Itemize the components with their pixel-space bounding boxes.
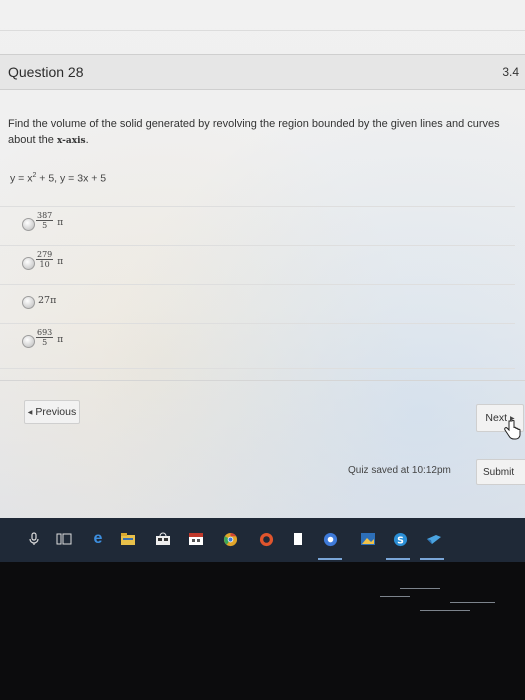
reflection	[380, 596, 410, 597]
reflection	[400, 588, 440, 589]
prompt-end: .	[85, 134, 89, 146]
pi-symbol: π	[57, 334, 64, 345]
chrome-profile-icon[interactable]	[322, 531, 338, 547]
windows-taskbar: e S	[0, 518, 525, 563]
task-view-icon[interactable]	[56, 531, 72, 547]
active-app-indicator	[420, 558, 444, 560]
quiz-status-bar: Quiz saved at 10:12pm Submit	[0, 452, 525, 492]
mail-icon[interactable]	[426, 531, 442, 547]
answer-fraction: 279 10 π	[36, 250, 63, 269]
equation-prefix: y = x	[10, 172, 33, 185]
svg-text:S: S	[397, 535, 404, 546]
radio-button[interactable]	[22, 296, 35, 309]
chevron-left-icon: ◀	[27, 409, 33, 416]
question-header: Question 28 3.4	[0, 54, 525, 90]
numerator: 279	[36, 250, 54, 260]
answer-fraction: 693 5 π	[36, 328, 63, 347]
answer-option-2[interactable]: 279 10 π	[0, 245, 515, 284]
question-prompt: Find the volume of the solid generated b…	[8, 116, 513, 149]
file-explorer-icon[interactable]	[120, 531, 136, 547]
radio-button[interactable]	[22, 335, 35, 348]
denominator: 10	[39, 260, 50, 269]
notes-icon[interactable]	[290, 531, 306, 547]
active-app-indicator	[386, 558, 410, 560]
calendar-icon[interactable]	[188, 531, 204, 547]
question-title: Question 28	[8, 64, 84, 80]
radio-button[interactable]	[22, 257, 35, 270]
store-icon[interactable]	[155, 531, 171, 547]
pi-symbol: π	[57, 256, 64, 267]
axis-label: x-axis	[56, 136, 86, 146]
pi-symbol: π	[57, 217, 64, 228]
nav-divider	[0, 380, 525, 381]
submit-button[interactable]: Submit	[476, 459, 525, 485]
answer-option-3[interactable]: 27π	[0, 284, 515, 323]
quiz-screen: Question 28 3.4 Find the volume of the s…	[0, 0, 525, 518]
microphone-icon[interactable]	[26, 531, 42, 547]
answer-fraction: 387 5 π	[36, 211, 63, 230]
office-icon[interactable]	[258, 531, 274, 547]
question-equation: y = x2 + 5, y = 3x + 5	[10, 172, 106, 185]
answer-option-4[interactable]: 693 5 π	[0, 323, 515, 369]
top-divider	[0, 30, 525, 31]
photos-icon[interactable]	[360, 531, 376, 547]
question-points: 3.4	[502, 65, 519, 79]
radio-button[interactable]	[22, 218, 35, 231]
numerator: 693	[36, 328, 54, 338]
reflection	[420, 610, 470, 611]
equation-suffix: + 5, y = 3x + 5	[36, 172, 107, 185]
skype-icon[interactable]: S	[392, 531, 408, 547]
answer-option-1[interactable]: 387 5 π	[0, 206, 515, 245]
quiz-saved-status: Quiz saved at 10:12pm	[348, 465, 451, 476]
denominator: 5	[42, 338, 48, 347]
numerator: 387	[36, 211, 54, 221]
denominator: 5	[42, 221, 48, 230]
edge-browser-icon[interactable]: e	[90, 530, 106, 547]
submit-label: Submit	[483, 466, 515, 478]
answer-list: 387 5 π 279 10 π 27π 693 5 π	[0, 206, 515, 369]
monitor-bezel	[0, 562, 525, 700]
previous-button[interactable]: ◀ Previous	[24, 400, 80, 424]
hand-cursor-icon	[504, 420, 521, 440]
reflection	[450, 602, 495, 603]
chrome-icon[interactable]	[222, 531, 238, 547]
active-app-indicator	[318, 558, 342, 560]
answer-text: 27π	[38, 295, 57, 306]
previous-label: Previous	[35, 406, 77, 418]
